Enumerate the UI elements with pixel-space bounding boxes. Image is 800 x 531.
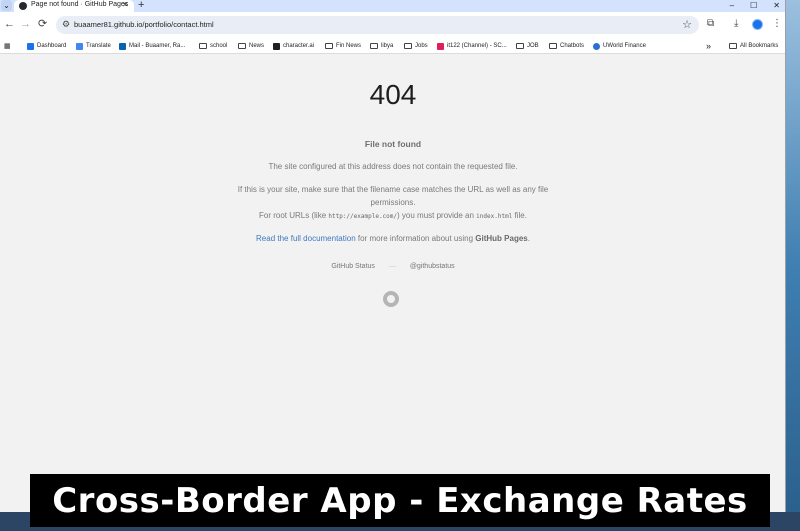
all-bookmarks-button[interactable]: All Bookmarks xyxy=(729,41,778,51)
folder-icon xyxy=(238,43,246,49)
bookmark-mail[interactable]: Mail - Buaamer, Ra... xyxy=(119,41,185,51)
bookmark-slack[interactable]: it122 (Channel) - SC... xyxy=(437,41,507,51)
window-controls: – ☐ ✕ xyxy=(730,0,780,12)
bookmarks-overflow-button[interactable]: » xyxy=(706,41,711,51)
page-content: 404 File not found The site configured a… xyxy=(0,55,785,512)
forward-button[interactable]: → xyxy=(20,18,31,30)
close-window-button[interactable]: ✕ xyxy=(773,0,780,12)
folder-icon xyxy=(729,43,737,49)
download-icon[interactable]: ⤓ xyxy=(734,18,738,30)
desktop-strip xyxy=(786,0,800,531)
bookmark-school[interactable]: school xyxy=(199,41,227,51)
folder-icon xyxy=(325,43,333,49)
dashboard-icon xyxy=(27,42,34,50)
address-bar[interactable]: ⚙ buaamer81.github.io/portfolio/contact.… xyxy=(56,16,699,34)
github-favicon-icon xyxy=(19,2,27,10)
example-url-code: http://example.com/ xyxy=(328,213,398,220)
uworld-icon xyxy=(593,42,600,50)
tab-search-button[interactable]: ⌄ xyxy=(1,0,12,11)
bookmarks-bar: ▦ Dashboard Translate Mail - Buaamer, Ra… xyxy=(0,38,785,54)
tab-close-icon[interactable]: ✕ xyxy=(122,0,129,9)
apps-grid-icon[interactable]: ▦ xyxy=(4,41,12,51)
caption-text: Cross-Border App - Exchange Rates xyxy=(52,480,748,521)
folder-icon xyxy=(370,43,378,49)
menu-icon[interactable]: ⋮ xyxy=(772,18,782,30)
root-url-hint: For root URLs (like http://example.com/)… xyxy=(259,211,527,220)
bookmark-chatbots[interactable]: Chatbots xyxy=(549,41,584,51)
bookmark-character-ai[interactable]: character.ai xyxy=(273,41,314,51)
bookmark-translate[interactable]: Translate xyxy=(76,41,111,51)
folder-icon xyxy=(199,43,207,49)
site-info-icon[interactable]: ⚙ xyxy=(62,19,70,30)
tab-strip: ⌄ Page not found · GitHub Pages ✕ + – ☐ … xyxy=(0,0,785,12)
status-code: 404 xyxy=(369,79,417,110)
footer-separator: — xyxy=(388,263,396,270)
new-tab-button[interactable]: + xyxy=(138,0,144,11)
github-pages-text: GitHub Pages xyxy=(475,234,528,243)
page-footer: GitHub Status — @githubstatus xyxy=(0,263,785,270)
profile-avatar[interactable] xyxy=(752,19,763,30)
slack-icon xyxy=(437,42,444,50)
documentation-line: Read the full documentation for more inf… xyxy=(256,234,530,243)
translate-icon xyxy=(76,42,83,50)
bookmark-dashboard[interactable]: Dashboard xyxy=(27,41,66,51)
folder-icon xyxy=(516,43,524,49)
documentation-link[interactable]: Read the full documentation xyxy=(256,234,356,243)
bookmark-jobs[interactable]: Jobs xyxy=(404,41,428,51)
bookmark-news[interactable]: News xyxy=(238,41,264,51)
github-status-link[interactable]: GitHub Status xyxy=(331,263,375,270)
browser-window: ⌄ Page not found · GitHub Pages ✕ + – ☐ … xyxy=(0,0,786,512)
page-title: File not found xyxy=(364,139,422,149)
folder-icon xyxy=(549,43,557,49)
character-ai-icon xyxy=(273,42,280,50)
outlook-icon xyxy=(119,42,126,50)
bookmark-uworld[interactable]: UWorld Finance xyxy=(593,41,646,51)
tab-title: Page not found · GitHub Pages xyxy=(31,1,129,8)
url-text[interactable]: buaamer81.github.io/portfolio/contact.ht… xyxy=(74,20,214,29)
not-found-message: The site configured at this address does… xyxy=(268,162,518,171)
folder-icon xyxy=(404,43,412,49)
minimize-button[interactable]: – xyxy=(730,0,734,12)
filename-hint: If this is your site, make sure that the… xyxy=(237,185,549,207)
star-icon[interactable]: ☆ xyxy=(682,18,692,31)
maximize-button[interactable]: ☐ xyxy=(750,0,757,12)
octocat-icon[interactable] xyxy=(383,291,399,307)
bookmark-libya[interactable]: libya xyxy=(370,41,393,51)
bookmark-fin-news[interactable]: Fin News xyxy=(325,41,361,51)
puzzle-icon[interactable]: ⧉ xyxy=(707,18,714,30)
browser-toolbar: ← → ⟳ ⚙ buaamer81.github.io/portfolio/co… xyxy=(0,12,785,38)
caption-banner: Cross-Border App - Exchange Rates xyxy=(30,474,770,527)
back-button[interactable]: ← xyxy=(4,18,15,30)
tab-active[interactable]: Page not found · GitHub Pages ✕ xyxy=(14,0,134,12)
github-status-twitter-link[interactable]: @githubstatus xyxy=(410,263,455,270)
index-html-code: index.html xyxy=(476,213,513,220)
reload-button[interactable]: ⟳ xyxy=(38,18,47,30)
bookmark-job[interactable]: JOB xyxy=(516,41,539,51)
